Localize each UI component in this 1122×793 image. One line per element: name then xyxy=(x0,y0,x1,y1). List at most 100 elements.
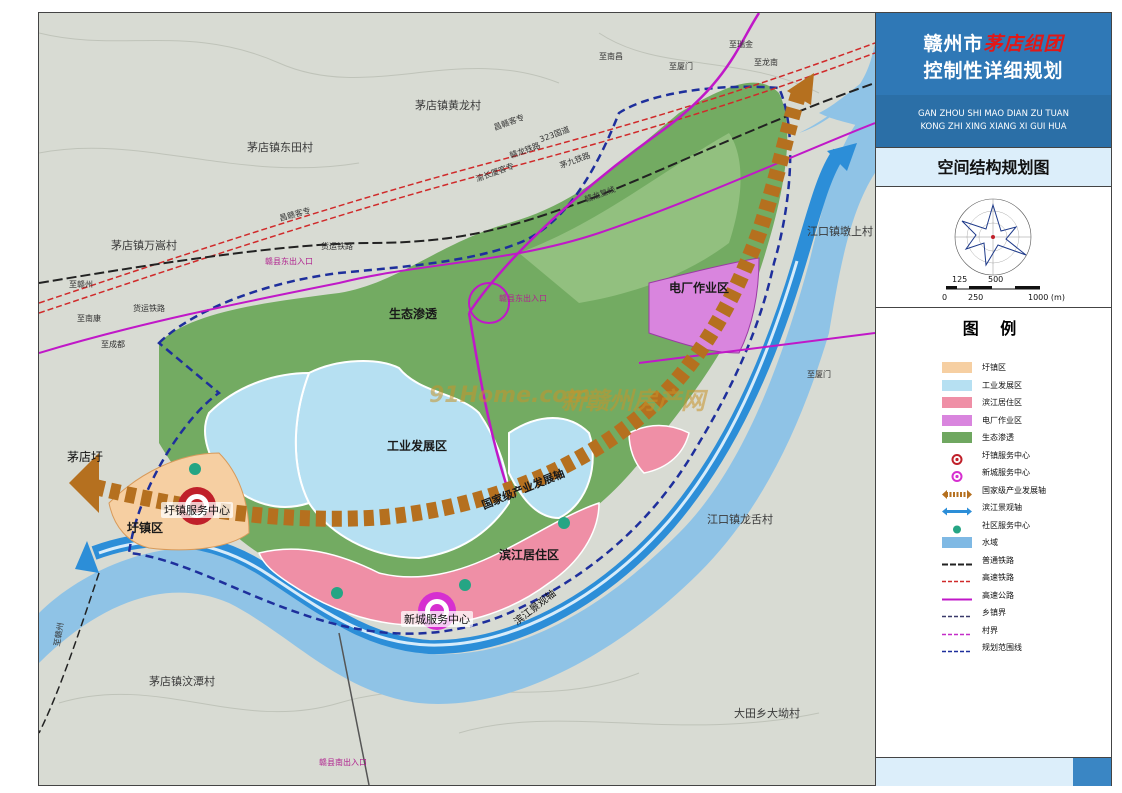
scale-label-500: 500 xyxy=(988,275,1004,284)
legend-swatch xyxy=(942,379,972,391)
road-label: 至厦门 xyxy=(669,62,693,71)
scale-label-1000: 1000 (m) xyxy=(1028,293,1065,302)
legend-label: 社区服务中心 xyxy=(982,520,1030,530)
legend-swatch xyxy=(942,625,972,636)
zone-township[interactable]: 圩镇区 xyxy=(127,519,163,536)
title-and-legend-panel: 赣州市茅店组团 控制性详细规划 GAN ZHOU SHI MAO DIAN ZU… xyxy=(876,13,1111,786)
village-dayao: 大田乡大坳村 xyxy=(734,707,800,720)
legend-label: 国家级产业发展轴 xyxy=(982,485,1046,495)
legend-label: 工业发展区 xyxy=(982,380,1022,390)
entrance-east: 赣县东出入口 xyxy=(265,257,313,266)
legend-item: 规划范围线 xyxy=(942,641,1022,654)
legend-item: 滨江居住区 xyxy=(942,396,1022,409)
road-label: 货运铁路 xyxy=(321,242,353,251)
road-label: 货运铁路 xyxy=(133,304,165,313)
map-subtitle: 空间结构规划图 xyxy=(876,147,1111,187)
legend-item: 社区服务中心 xyxy=(942,519,1030,533)
title-pinyin: GAN ZHOU SHI MAO DIAN ZU TUAN KONG ZHI X… xyxy=(876,95,1111,147)
legend-swatch xyxy=(942,502,972,516)
legend-item: 电厂作业区 xyxy=(942,414,1022,427)
legend-label: 新城服务中心 xyxy=(982,468,1030,477)
legend-swatch xyxy=(942,607,972,618)
road-label: 至成都 xyxy=(101,340,125,349)
road-label: 至龙南 xyxy=(754,58,778,67)
legend-swatch xyxy=(942,537,972,548)
road-label: 至南康 xyxy=(77,314,101,323)
legend-label: 电厂作业区 xyxy=(982,415,1022,425)
legend-item: 新城服务中心 xyxy=(942,466,1030,482)
legend-label: 滨江景观轴 xyxy=(982,503,1022,512)
legend-label: 高速铁路 xyxy=(982,573,1014,582)
entrance-east-2: 赣县东出入口 xyxy=(499,294,547,303)
zone-power-plant[interactable]: 电厂作业区 xyxy=(669,279,729,296)
legend-item: 滨江景观轴 xyxy=(942,501,1022,516)
legend-label: 生态渗透 xyxy=(982,433,1014,442)
village-wansong: 茅店镇万嵩村 xyxy=(111,239,177,252)
zone-riverside-residential[interactable]: 滨江居住区 xyxy=(499,546,559,563)
legend-label: 高速公路 xyxy=(982,590,1014,600)
legend-swatch xyxy=(942,362,972,373)
wind-rose-icon xyxy=(946,198,1040,290)
legend-swatch xyxy=(942,520,972,533)
legend-item: 普通铁路 xyxy=(942,554,1014,567)
village-dunshang: 江口镇墩上村 xyxy=(807,225,873,238)
legend-swatch xyxy=(942,642,972,653)
legend-item: 高速铁路 xyxy=(942,571,1014,584)
title-city: 赣州市 xyxy=(923,33,984,55)
legend-label: 乡镇界 xyxy=(982,608,1006,617)
footer-bar xyxy=(876,757,1111,786)
village-wentan: 茅店镇汶潭村 xyxy=(149,675,215,688)
legend-swatch xyxy=(942,467,972,482)
road-label: 至南昌 xyxy=(599,52,623,61)
legend-label: 规划范围线 xyxy=(982,643,1022,652)
legend-item: 圩镇区 xyxy=(942,361,1006,374)
pinyin-line-2: KONG ZHI XING XIANG XI GUI HUA xyxy=(920,122,1067,132)
planning-map[interactable]: 茅店镇黄龙村 茅店镇东田村 茅店镇万嵩村 茅店圩 茅店镇汶潭村 大田乡大坳村 江… xyxy=(39,13,876,785)
center-township-service[interactable]: 圩镇服务中心 xyxy=(161,502,233,518)
title-block: 赣州市茅店组团 控制性详细规划 xyxy=(876,13,1111,95)
scale-label-125: 125 xyxy=(952,275,968,284)
legend-item: 工业发展区 xyxy=(942,379,1022,392)
legend-item: 高速公路 xyxy=(942,589,1014,602)
watermark-site-name: 新赣州房产网 xyxy=(561,387,705,415)
legend-item: 水域 xyxy=(942,536,998,549)
legend-item: 生态渗透 xyxy=(942,431,1014,444)
map-sheet: 茅店镇黄龙村 茅店镇东田村 茅店镇万嵩村 茅店圩 茅店镇汶潭村 大田乡大坳村 江… xyxy=(38,12,1112,786)
legend-swatch xyxy=(942,590,972,601)
village-longshe: 江口镇龙舌村 xyxy=(707,513,773,526)
legend-label: 普通铁路 xyxy=(982,555,1014,565)
legend-label: 滨江居住区 xyxy=(982,398,1022,407)
legend-label: 水域 xyxy=(982,538,998,547)
scale-label-0: 0 xyxy=(942,293,948,302)
legend-swatch xyxy=(942,572,972,583)
title-plan-type: 控制性详细规划 xyxy=(923,60,1064,82)
legend-item: 国家级产业发展轴 xyxy=(942,484,1046,499)
legend-title: 图 例 xyxy=(962,319,1025,338)
compass-and-scale: 125 500 0 250 1000 (m) xyxy=(876,187,1111,308)
entrance-south: 赣县南出入口 xyxy=(319,758,367,767)
legend-item: 村界 xyxy=(942,624,998,637)
scale-label-250: 250 xyxy=(968,293,984,302)
legend-label: 圩镇区 xyxy=(982,363,1006,372)
village-dongtian: 茅店镇东田村 xyxy=(247,141,313,154)
legend-swatch xyxy=(942,450,972,465)
road-label: 至赣州 xyxy=(69,280,93,289)
legend-label: 村界 xyxy=(982,625,998,635)
zone-ecological[interactable]: 生态渗透 xyxy=(389,305,437,322)
village-maodianxu: 茅店圩 xyxy=(67,450,104,464)
title-brand: 茅店组团 xyxy=(983,33,1064,55)
legend-swatch xyxy=(942,397,972,408)
road-label: 至瑞金 xyxy=(729,40,753,49)
legend-label: 圩镇服务中心 xyxy=(982,450,1030,460)
legend-swatch xyxy=(942,555,972,566)
legend-item: 乡镇界 xyxy=(942,606,1006,619)
road-label: 至厦门 xyxy=(807,370,831,379)
footer-accent xyxy=(1073,758,1111,786)
legend-swatch xyxy=(942,414,972,426)
legend-swatch xyxy=(942,485,972,499)
village-huanglong: 茅店镇黄龙村 xyxy=(415,99,481,112)
center-newtown-service[interactable]: 新城服务中心 xyxy=(401,611,473,627)
legend-swatch xyxy=(942,432,972,443)
pinyin-line-1: GAN ZHOU SHI MAO DIAN ZU TUAN xyxy=(918,109,1069,119)
zone-industrial[interactable]: 工业发展区 xyxy=(387,437,447,454)
